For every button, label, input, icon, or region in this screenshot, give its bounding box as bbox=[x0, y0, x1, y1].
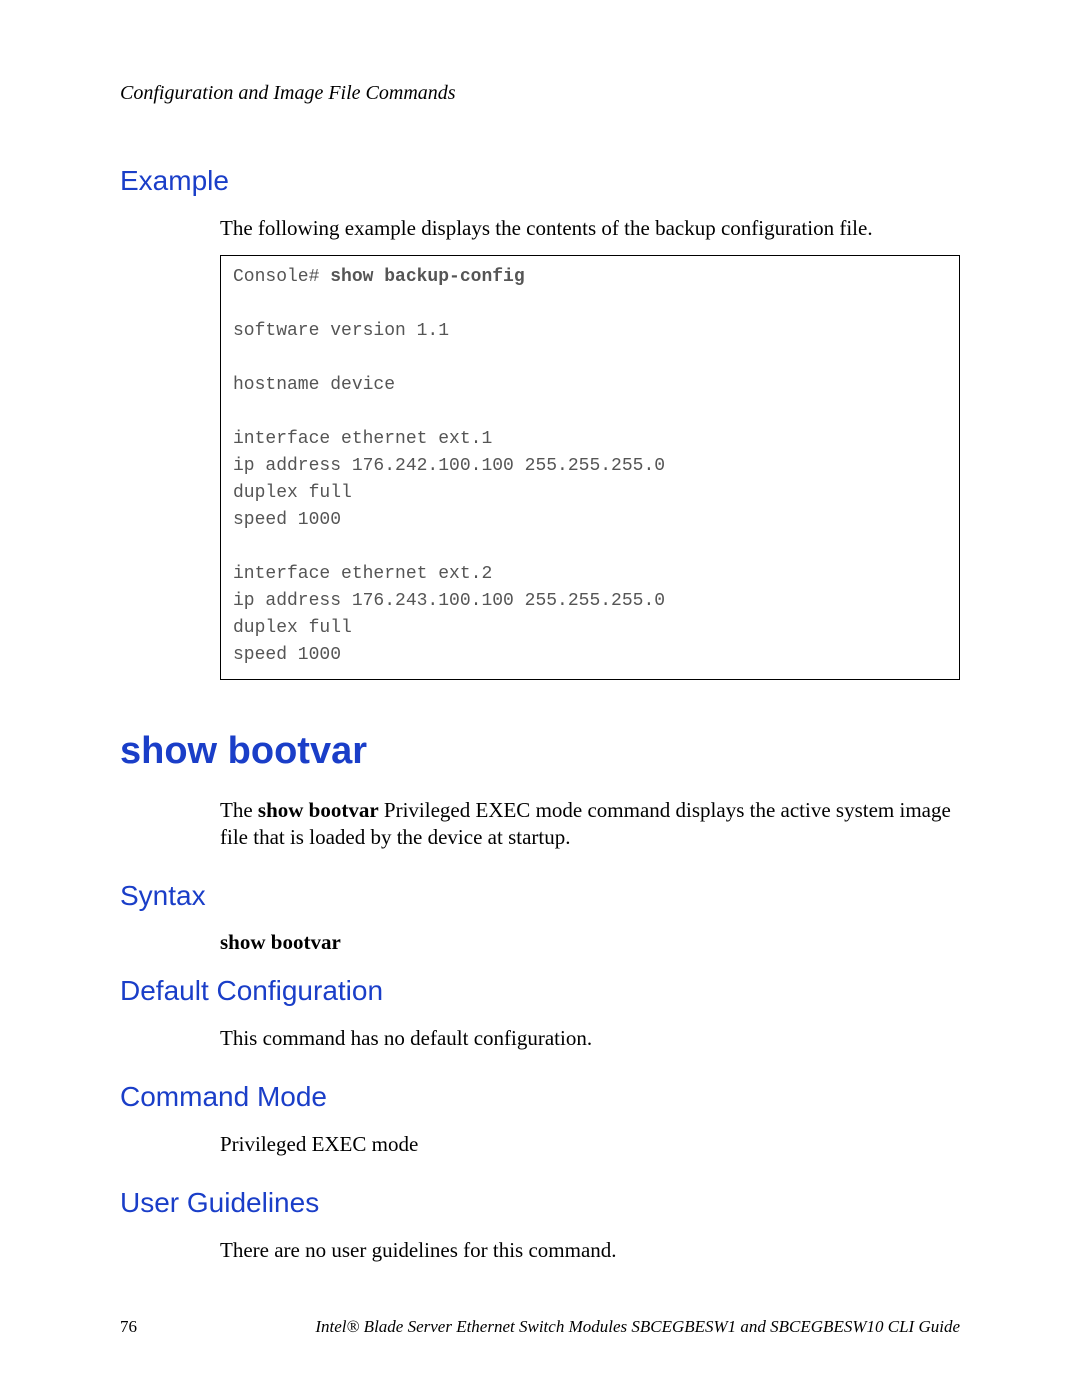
syntax-value: show bootvar bbox=[220, 930, 960, 955]
default-config-text: This command has no default configuratio… bbox=[220, 1025, 960, 1051]
syntax-heading: Syntax bbox=[120, 880, 960, 912]
default-config-heading: Default Configuration bbox=[120, 975, 960, 1007]
footer-text: Intel® Blade Server Ethernet Switch Modu… bbox=[315, 1317, 960, 1337]
page-number: 76 bbox=[120, 1317, 137, 1337]
user-guidelines-heading: User Guidelines bbox=[120, 1187, 960, 1219]
console-command: show backup-config bbox=[330, 267, 524, 287]
desc-pre: The bbox=[220, 798, 258, 822]
console-output-box: Console# show backup-config software ver… bbox=[220, 255, 960, 680]
console-output: software version 1.1 hostname device int… bbox=[233, 321, 665, 665]
page-footer: 76 Intel® Blade Server Ethernet Switch M… bbox=[120, 1317, 960, 1337]
desc-command-name: show bootvar bbox=[258, 798, 379, 822]
command-title: show bootvar bbox=[120, 730, 960, 773]
command-description: The show bootvar Privileged EXEC mode co… bbox=[220, 797, 960, 850]
running-header: Configuration and Image File Commands bbox=[120, 82, 960, 105]
command-mode-text: Privileged EXEC mode bbox=[220, 1131, 960, 1157]
example-heading: Example bbox=[120, 165, 960, 197]
command-mode-heading: Command Mode bbox=[120, 1081, 960, 1113]
example-intro: The following example displays the conte… bbox=[220, 215, 960, 241]
user-guidelines-text: There are no user guidelines for this co… bbox=[220, 1237, 960, 1263]
page: Configuration and Image File Commands Ex… bbox=[0, 0, 1080, 1397]
console-prompt: Console# bbox=[233, 267, 330, 287]
